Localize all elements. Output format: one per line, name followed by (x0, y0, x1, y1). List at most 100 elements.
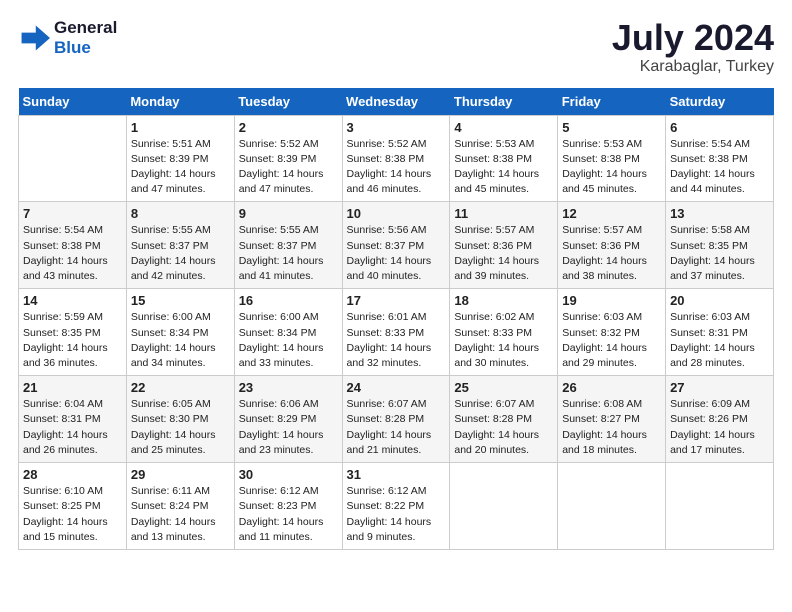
day-info: Sunrise: 6:11 AM Sunset: 8:24 PM Dayligh… (131, 484, 230, 545)
logo-line1: General (54, 18, 117, 37)
day-cell: 21Sunrise: 6:04 AM Sunset: 8:31 PM Dayli… (19, 376, 127, 463)
day-number: 11 (454, 206, 553, 221)
day-cell (450, 463, 558, 550)
day-info: Sunrise: 5:54 AM Sunset: 8:38 PM Dayligh… (23, 223, 122, 284)
day-info: Sunrise: 6:07 AM Sunset: 8:28 PM Dayligh… (454, 397, 553, 458)
day-info: Sunrise: 6:12 AM Sunset: 8:23 PM Dayligh… (239, 484, 338, 545)
day-number: 26 (562, 380, 661, 395)
header-day-sunday: Sunday (19, 88, 127, 116)
logo-icon (18, 22, 50, 54)
day-number: 3 (347, 120, 446, 135)
header-day-monday: Monday (126, 88, 234, 116)
day-info: Sunrise: 6:05 AM Sunset: 8:30 PM Dayligh… (131, 397, 230, 458)
day-number: 15 (131, 293, 230, 308)
day-number: 6 (670, 120, 769, 135)
day-cell: 9 Sunrise: 5:55 AM Sunset: 8:37 PM Daylig… (234, 202, 342, 289)
header-day-tuesday: Tuesday (234, 88, 342, 116)
day-info: Sunrise: 5:53 AM Sunset: 8:38 PM Dayligh… (562, 137, 661, 198)
day-number: 9 (239, 206, 338, 221)
header-day-friday: Friday (558, 88, 666, 116)
day-info: Sunrise: 6:07 AM Sunset: 8:28 PM Dayligh… (347, 397, 446, 458)
day-number: 5 (562, 120, 661, 135)
day-cell: 6 Sunrise: 5:54 AM Sunset: 8:38 PM Daylig… (666, 115, 774, 202)
header-day-saturday: Saturday (666, 88, 774, 116)
day-cell: 18Sunrise: 6:02 AM Sunset: 8:33 PM Dayli… (450, 289, 558, 376)
day-cell: 4 Sunrise: 5:53 AM Sunset: 8:38 PM Daylig… (450, 115, 558, 202)
day-cell: 7 Sunrise: 5:54 AM Sunset: 8:38 PM Daylig… (19, 202, 127, 289)
day-info: Sunrise: 6:03 AM Sunset: 8:31 PM Dayligh… (670, 310, 769, 371)
day-number: 28 (23, 467, 122, 482)
day-number: 14 (23, 293, 122, 308)
day-cell: 11 Sunrise: 5:57 AM Sunset: 8:36 PM Dayli… (450, 202, 558, 289)
day-number: 4 (454, 120, 553, 135)
day-cell: 28 Sunrise: 6:10 AM Sunset: 8:25 PM Dayli… (19, 463, 127, 550)
day-cell: 27Sunrise: 6:09 AM Sunset: 8:26 PM Dayli… (666, 376, 774, 463)
day-info: Sunrise: 6:00 AM Sunset: 8:34 PM Dayligh… (239, 310, 338, 371)
day-cell: 2 Sunrise: 5:52 AM Sunset: 8:39 PM Daylig… (234, 115, 342, 202)
day-number: 20 (670, 293, 769, 308)
day-cell: 23 Sunrise: 6:06 AM Sunset: 8:29 PM Dayli… (234, 376, 342, 463)
day-info: Sunrise: 5:52 AM Sunset: 8:38 PM Dayligh… (347, 137, 446, 198)
day-cell: 3 Sunrise: 5:52 AM Sunset: 8:38 PM Daylig… (342, 115, 450, 202)
day-cell: 20 Sunrise: 6:03 AM Sunset: 8:31 PM Dayli… (666, 289, 774, 376)
title-block: July 2024 Karabaglar, Turkey (612, 18, 774, 76)
day-cell: 5 Sunrise: 5:53 AM Sunset: 8:38 PM Daylig… (558, 115, 666, 202)
day-info: Sunrise: 5:54 AM Sunset: 8:38 PM Dayligh… (670, 137, 769, 198)
day-number: 29 (131, 467, 230, 482)
day-number: 7 (23, 206, 122, 221)
day-number: 12 (562, 206, 661, 221)
day-info: Sunrise: 6:01 AM Sunset: 8:33 PM Dayligh… (347, 310, 446, 371)
day-number: 22 (131, 380, 230, 395)
day-info: Sunrise: 5:58 AM Sunset: 8:35 PM Dayligh… (670, 223, 769, 284)
day-number: 31 (347, 467, 446, 482)
logo-line2: Blue (54, 38, 91, 57)
day-info: Sunrise: 5:57 AM Sunset: 8:36 PM Dayligh… (562, 223, 661, 284)
main-title: July 2024 (612, 18, 774, 58)
day-number: 2 (239, 120, 338, 135)
day-cell: 8Sunrise: 5:55 AM Sunset: 8:37 PM Daylig… (126, 202, 234, 289)
day-cell: 17 Sunrise: 6:01 AM Sunset: 8:33 PM Dayli… (342, 289, 450, 376)
day-number: 23 (239, 380, 338, 395)
day-cell (666, 463, 774, 550)
day-info: Sunrise: 6:00 AM Sunset: 8:34 PM Dayligh… (131, 310, 230, 371)
day-info: Sunrise: 6:09 AM Sunset: 8:26 PM Dayligh… (670, 397, 769, 458)
week-row-5: 28 Sunrise: 6:10 AM Sunset: 8:25 PM Dayli… (19, 463, 774, 550)
day-number: 30 (239, 467, 338, 482)
day-info: Sunrise: 5:55 AM Sunset: 8:37 PM Dayligh… (239, 223, 338, 284)
day-info: Sunrise: 6:10 AM Sunset: 8:25 PM Dayligh… (23, 484, 122, 545)
logo-text: General Blue (54, 18, 117, 59)
day-cell: 16 Sunrise: 6:00 AM Sunset: 8:34 PM Dayli… (234, 289, 342, 376)
day-cell: 22 Sunrise: 6:05 AM Sunset: 8:30 PM Dayli… (126, 376, 234, 463)
week-row-4: 21Sunrise: 6:04 AM Sunset: 8:31 PM Dayli… (19, 376, 774, 463)
day-info: Sunrise: 5:52 AM Sunset: 8:39 PM Dayligh… (239, 137, 338, 198)
header-row: SundayMondayTuesdayWednesdayThursdayFrid… (19, 88, 774, 116)
day-number: 17 (347, 293, 446, 308)
day-info: Sunrise: 5:55 AM Sunset: 8:37 PM Dayligh… (131, 223, 230, 284)
header-day-thursday: Thursday (450, 88, 558, 116)
day-info: Sunrise: 6:02 AM Sunset: 8:33 PM Dayligh… (454, 310, 553, 371)
day-number: 24 (347, 380, 446, 395)
day-info: Sunrise: 6:06 AM Sunset: 8:29 PM Dayligh… (239, 397, 338, 458)
day-info: Sunrise: 5:57 AM Sunset: 8:36 PM Dayligh… (454, 223, 553, 284)
week-row-2: 7 Sunrise: 5:54 AM Sunset: 8:38 PM Daylig… (19, 202, 774, 289)
day-cell: 12 Sunrise: 5:57 AM Sunset: 8:36 PM Dayli… (558, 202, 666, 289)
logo: General Blue (18, 18, 117, 59)
day-number: 25 (454, 380, 553, 395)
week-row-1: 1Sunrise: 5:51 AM Sunset: 8:39 PM Daylig… (19, 115, 774, 202)
day-cell (19, 115, 127, 202)
day-cell: 14 Sunrise: 5:59 AM Sunset: 8:35 PM Dayli… (19, 289, 127, 376)
day-cell: 1Sunrise: 5:51 AM Sunset: 8:39 PM Daylig… (126, 115, 234, 202)
page: General Blue July 2024 Karabaglar, Turke… (0, 0, 792, 560)
day-number: 16 (239, 293, 338, 308)
day-info: Sunrise: 5:59 AM Sunset: 8:35 PM Dayligh… (23, 310, 122, 371)
day-cell: 25 Sunrise: 6:07 AM Sunset: 8:28 PM Dayli… (450, 376, 558, 463)
day-info: Sunrise: 5:51 AM Sunset: 8:39 PM Dayligh… (131, 137, 230, 198)
day-cell: 24 Sunrise: 6:07 AM Sunset: 8:28 PM Dayli… (342, 376, 450, 463)
day-cell: 15 Sunrise: 6:00 AM Sunset: 8:34 PM Dayli… (126, 289, 234, 376)
day-cell: 29 Sunrise: 6:11 AM Sunset: 8:24 PM Dayli… (126, 463, 234, 550)
subtitle: Karabaglar, Turkey (612, 58, 774, 76)
day-cell: 26Sunrise: 6:08 AM Sunset: 8:27 PM Dayli… (558, 376, 666, 463)
day-info: Sunrise: 5:53 AM Sunset: 8:38 PM Dayligh… (454, 137, 553, 198)
day-cell: 10Sunrise: 5:56 AM Sunset: 8:37 PM Dayli… (342, 202, 450, 289)
day-info: Sunrise: 6:12 AM Sunset: 8:22 PM Dayligh… (347, 484, 446, 545)
